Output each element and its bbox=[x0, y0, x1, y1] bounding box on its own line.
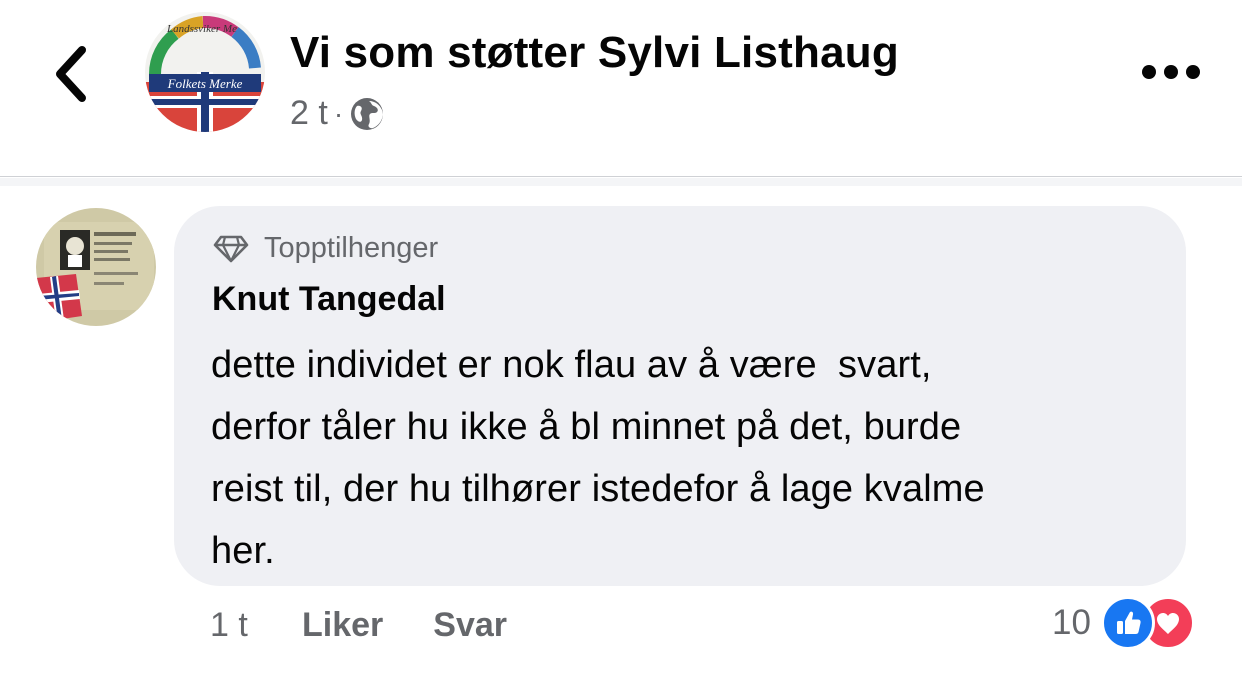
commenter-avatar[interactable] bbox=[36, 208, 156, 326]
comment-text: dette individet er nok flau av å være sv… bbox=[211, 344, 985, 572]
comment-bubble: Topptilhenger Knut Tangedal dette indivi… bbox=[174, 206, 1186, 586]
more-options-button[interactable] bbox=[1138, 52, 1204, 92]
reaction-count: 10 bbox=[1052, 603, 1091, 642]
reactions-summary[interactable]: 10 bbox=[1052, 596, 1195, 650]
like-button[interactable]: Liker bbox=[302, 606, 383, 645]
header-divider bbox=[0, 176, 1242, 177]
comment-actions: 1 t Liker Svar bbox=[210, 600, 507, 650]
chevron-left-icon bbox=[56, 46, 86, 102]
back-button[interactable] bbox=[44, 40, 100, 106]
header-shadow bbox=[0, 178, 1242, 186]
reply-button[interactable]: Svar bbox=[433, 606, 507, 645]
comment-time[interactable]: 1 t bbox=[210, 606, 302, 645]
comment-author[interactable]: Knut Tangedal bbox=[212, 280, 446, 319]
meta-separator: · bbox=[333, 97, 344, 129]
group-title[interactable]: Vi som støtter Sylvi Listhaug bbox=[290, 28, 899, 78]
globe-icon bbox=[351, 97, 384, 130]
like-icon bbox=[1100, 596, 1155, 650]
group-avatar[interactable]: Landssviker Me Folkets Merke bbox=[145, 12, 265, 132]
post-meta: 2 t · bbox=[290, 94, 385, 133]
more-icon bbox=[1142, 65, 1200, 79]
svg-text:Landssviker Me: Landssviker Me bbox=[166, 23, 237, 35]
badge-label: Topptilhenger bbox=[264, 232, 439, 264]
top-fan-badge: Topptilhenger bbox=[212, 232, 438, 265]
diamond-icon bbox=[213, 235, 249, 262]
post-time[interactable]: 2 t bbox=[290, 94, 328, 133]
svg-text:Folkets Merke: Folkets Merke bbox=[167, 76, 243, 91]
